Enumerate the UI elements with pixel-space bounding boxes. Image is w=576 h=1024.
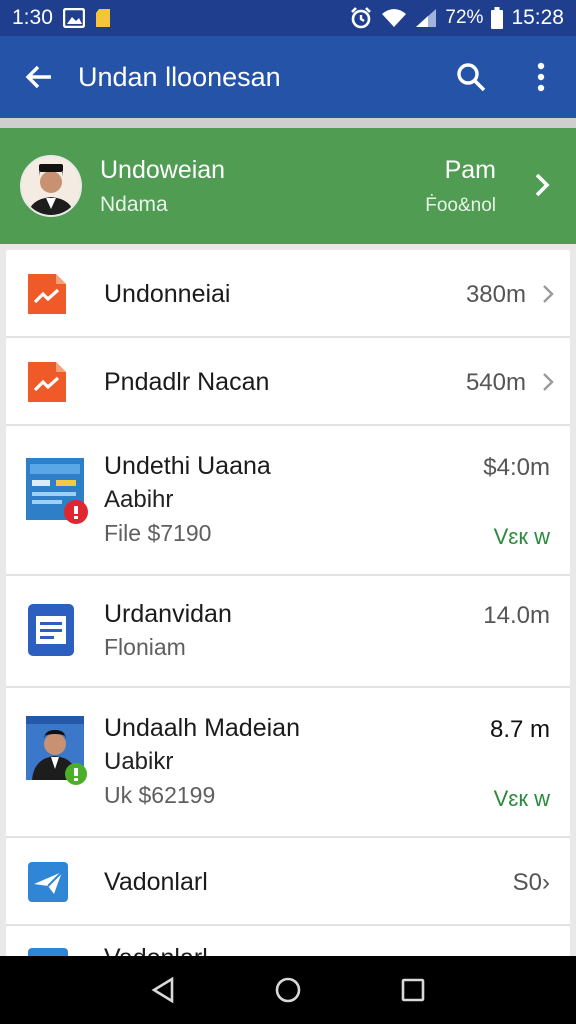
back-arrow-icon bbox=[25, 65, 51, 89]
pdf-icon bbox=[28, 362, 66, 402]
file-title: Undethi Uaana bbox=[104, 452, 271, 480]
chevron-right-icon bbox=[543, 285, 554, 303]
doc-icon bbox=[28, 604, 74, 656]
list-item[interactable]: Undaalh Madeian Uabikr Uk $62199 8.7 m V… bbox=[6, 688, 570, 838]
back-triangle-icon bbox=[151, 976, 173, 1004]
file-size: 14.0m bbox=[483, 602, 550, 629]
file-title: Undaalh Madeian bbox=[104, 714, 300, 742]
more-vert-icon bbox=[537, 62, 545, 92]
battery-percent: 72% bbox=[445, 7, 484, 28]
view-link[interactable]: Vɛк w bbox=[494, 786, 550, 812]
alarm-icon bbox=[349, 6, 373, 30]
sd-card-icon bbox=[95, 8, 111, 28]
file-size: $4:0m bbox=[483, 454, 550, 481]
list-item[interactable]: Undethi Uaana Aabihr File $7190 $4:0m Vɛ… bbox=[6, 426, 570, 576]
doc-icon bbox=[28, 948, 68, 956]
recents-square-icon bbox=[402, 978, 425, 1002]
account-banner[interactable]: Undoweian Ndama Pam Ḟoo&nol bbox=[0, 128, 576, 244]
account-plan: Pam bbox=[444, 155, 496, 184]
battery-icon bbox=[491, 7, 504, 29]
file-list: Undonneiai 380m Pndadlr Nacan 540m Undet… bbox=[6, 250, 570, 956]
list-item[interactable]: Pndadlr Nacan 540m bbox=[6, 338, 570, 426]
person-thumbnail-icon bbox=[26, 716, 87, 785]
account-name: Undoweian bbox=[100, 155, 226, 184]
chevron-right-icon bbox=[543, 373, 554, 391]
home-circle-icon bbox=[275, 977, 301, 1003]
status-bar: 1:30 72% 15:28 bbox=[0, 0, 576, 36]
back-button[interactable] bbox=[0, 36, 78, 118]
file-subtitle: Aabihr bbox=[104, 486, 174, 513]
list-item[interactable]: Undonneiai 380m bbox=[6, 250, 570, 338]
account-subtitle: Ndama bbox=[100, 192, 168, 216]
navigation-bar bbox=[0, 956, 576, 1024]
file-title: Vadonlarl bbox=[104, 944, 208, 956]
file-title: Vadonlarl bbox=[104, 868, 208, 896]
file-size: 8.7 m bbox=[489, 716, 550, 743]
avatar bbox=[20, 155, 82, 217]
divider-strip bbox=[0, 118, 576, 128]
file-size: 380m bbox=[465, 281, 526, 308]
send-icon bbox=[28, 862, 68, 902]
view-link[interactable]: Vɛк w bbox=[494, 524, 550, 550]
signal-icon bbox=[415, 8, 437, 28]
list-item[interactable]: Vadonlarl S0› bbox=[6, 838, 570, 926]
status-time-left: 1:30 bbox=[12, 6, 53, 29]
file-title: Urdanvidan bbox=[104, 600, 232, 628]
status-time-right: 15:28 bbox=[511, 6, 564, 29]
nav-recents-button[interactable] bbox=[383, 960, 443, 1020]
account-plan-sub: Ḟoo&nol bbox=[425, 194, 496, 216]
file-size: S0› bbox=[512, 869, 550, 896]
file-meta: File $7190 bbox=[104, 520, 212, 546]
search-button[interactable] bbox=[436, 36, 506, 118]
pdf-icon bbox=[28, 274, 66, 314]
chevron-right-icon bbox=[535, 173, 550, 197]
nav-home-button[interactable] bbox=[258, 960, 318, 1020]
file-size: 540m bbox=[465, 369, 526, 396]
wifi-icon bbox=[381, 8, 407, 28]
screenshot-thumbnail-icon bbox=[26, 458, 88, 524]
file-title: Undonneiai bbox=[104, 280, 231, 308]
search-icon bbox=[457, 63, 486, 92]
list-item[interactable]: Urdanvidan Floniam 14.0m bbox=[6, 576, 570, 688]
file-subtitle: Uabikr bbox=[104, 748, 174, 775]
file-meta: Floniam bbox=[104, 634, 186, 660]
file-title: Pndadlr Nacan bbox=[104, 368, 270, 396]
more-options-button[interactable] bbox=[506, 36, 576, 118]
page-title: Undan lloonesan bbox=[78, 61, 281, 92]
file-meta: Uk $62199 bbox=[104, 782, 216, 808]
list-item[interactable]: Vadonlarl bbox=[6, 926, 570, 956]
app-bar: Undan lloonesan bbox=[0, 36, 576, 118]
nav-back-button[interactable] bbox=[133, 960, 193, 1020]
photo-icon bbox=[62, 8, 85, 28]
